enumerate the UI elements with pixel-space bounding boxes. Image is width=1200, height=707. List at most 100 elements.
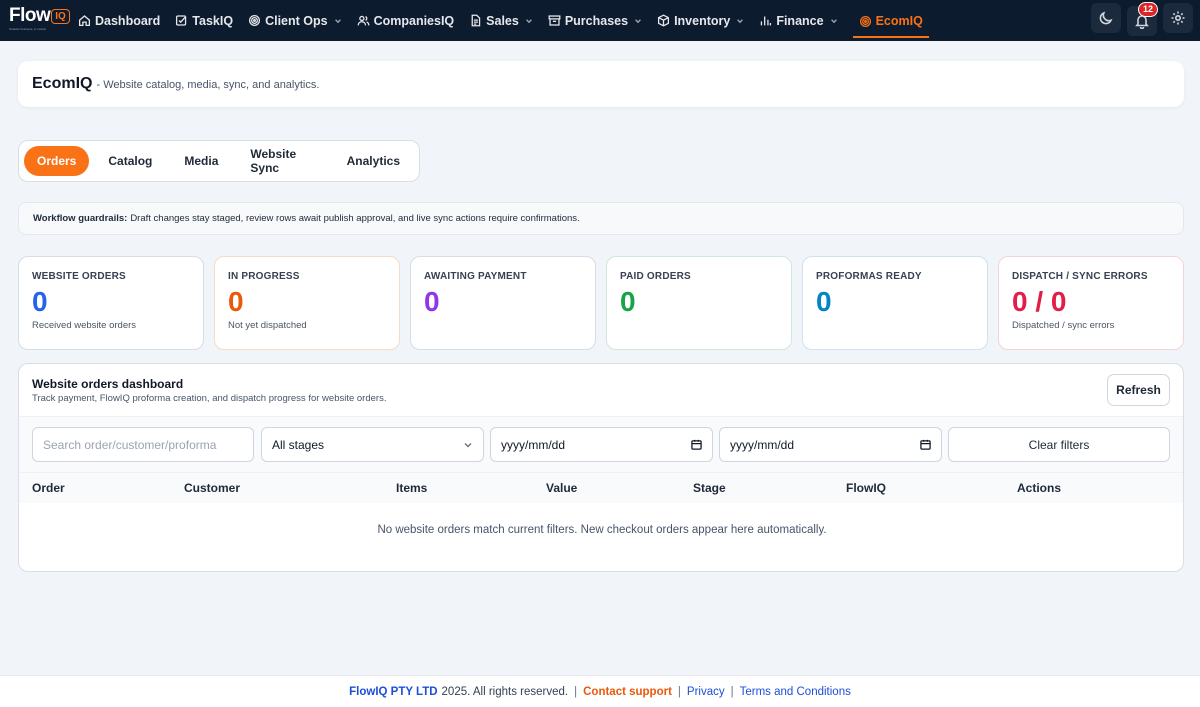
- guardrails-label: Workflow guardrails:: [33, 213, 128, 224]
- tab-media[interactable]: Media: [171, 146, 231, 176]
- stat-value: 0: [620, 286, 636, 317]
- logo-word: Flow: [9, 5, 51, 26]
- moon-icon: [1099, 11, 1113, 25]
- nav-item-ecomiq[interactable]: EcomIQ: [852, 7, 929, 38]
- date-from-input[interactable]: yyyy/mm/dd: [490, 427, 713, 462]
- stat-description: Received website orders: [32, 320, 137, 331]
- nav-item-label: CompaniesIQ: [373, 13, 455, 28]
- checkbox-icon: [176, 15, 187, 26]
- clear-filters-button[interactable]: Clear filters: [948, 427, 1170, 462]
- calendar-icon[interactable]: [691, 439, 702, 450]
- refresh-button[interactable]: Refresh: [1107, 374, 1170, 406]
- search-input[interactable]: Search order/customer/proforma: [32, 427, 254, 462]
- page-title: EcomIQ: [32, 75, 93, 92]
- stat-description: Dispatched / sync errors: [1012, 320, 1115, 331]
- nav-item-sales[interactable]: Sales: [469, 7, 541, 35]
- terms-link[interactable]: Terms and Conditions: [740, 686, 851, 698]
- stat-value: 0: [228, 286, 244, 317]
- footer: FlowIQ PTY LTD 2025. All rights reserved…: [0, 675, 1200, 707]
- stat-card-awaiting-payment: AWAITING PAYMENT 0: [410, 256, 596, 350]
- orders-table-header: Order Customer Items Value Stage FlowIQ …: [19, 473, 1183, 503]
- package-icon: [658, 14, 670, 27]
- tab-analytics[interactable]: Analytics: [334, 146, 413, 176]
- chevron-down-icon: [525, 18, 532, 23]
- stat-value: 0: [816, 286, 832, 317]
- chevron-down-icon: [464, 442, 472, 447]
- stat-card-in-progress: IN PROGRESS 0 Not yet dispatched: [214, 256, 400, 350]
- orders-filters: Search order/customer/proforma All stage…: [19, 416, 1183, 473]
- footer-company[interactable]: FlowIQ PTY LTD: [349, 686, 437, 698]
- nav-item-label: Inventory: [674, 13, 731, 28]
- tab-orders[interactable]: Orders: [24, 146, 90, 176]
- stat-label: WEBSITE ORDERS: [32, 271, 126, 282]
- nav-item-label: Purchases: [564, 13, 629, 28]
- contact-support-link[interactable]: Contact support: [583, 686, 672, 698]
- nav-item-label: EcomIQ: [875, 14, 923, 28]
- stage-select-value: All stages: [272, 437, 325, 452]
- orders-panel-subtitle: Track payment, FlowIQ proforma creation,…: [32, 393, 387, 404]
- gear-icon: [1171, 11, 1185, 25]
- document-icon: [471, 14, 481, 27]
- column-header-flowiq[interactable]: FlowIQ: [846, 481, 886, 495]
- column-header-stage[interactable]: Stage: [693, 481, 726, 495]
- calendar-icon[interactable]: [920, 439, 931, 450]
- tab-website-sync[interactable]: Website Sync: [237, 146, 327, 176]
- column-header-value[interactable]: Value: [546, 481, 577, 495]
- nav-item-label: Client Ops: [265, 13, 328, 28]
- page-header: EcomIQ - Website catalog, media, sync, a…: [18, 61, 1184, 107]
- guardrails-text: Draft changes stay staged, review rows a…: [130, 213, 580, 224]
- stat-label: DISPATCH / SYNC ERRORS: [1012, 271, 1148, 282]
- stat-card-paid-orders: PAID ORDERS 0: [606, 256, 792, 350]
- chevron-down-icon: [830, 18, 837, 23]
- footer-separator: |: [730, 685, 734, 698]
- stat-card-website-orders: WEBSITE ORDERS 0 Received website orders: [18, 256, 204, 350]
- nav-item-finance[interactable]: Finance: [759, 7, 845, 35]
- logo[interactable]: Flow IQ Smarter business, in motion: [9, 5, 70, 31]
- notification-count-badge: 12: [1138, 2, 1158, 17]
- logo-iq: IQ: [51, 9, 70, 24]
- column-header-order[interactable]: Order: [32, 481, 65, 495]
- empty-state-message: No website orders match current filters.…: [377, 524, 827, 536]
- nav-item-taskiq[interactable]: TaskIQ: [175, 7, 241, 35]
- stat-label: IN PROGRESS: [228, 271, 300, 282]
- column-header-items[interactable]: Items: [396, 481, 427, 495]
- nav-item-inventory[interactable]: Inventory: [657, 7, 752, 35]
- footer-rights: 2025. All rights reserved.: [441, 685, 569, 698]
- archive-icon: [548, 15, 561, 26]
- tab-catalog[interactable]: Catalog: [95, 146, 165, 176]
- bar-chart-icon: [761, 16, 772, 26]
- column-header-customer[interactable]: Customer: [184, 481, 240, 495]
- theme-toggle-button[interactable]: [1091, 3, 1121, 33]
- users-icon: [357, 15, 370, 26]
- stat-label: AWAITING PAYMENT: [424, 271, 527, 282]
- chevron-down-icon: [334, 18, 341, 23]
- stat-card-proformas-ready: PROFORMAS READY 0: [802, 256, 988, 350]
- nav-items: Dashboard TaskIQ Client Ops CompaniesIQ …: [78, 0, 936, 41]
- top-nav: Flow IQ Smarter business, in motion Dash…: [0, 0, 1200, 41]
- target-icon: [249, 14, 261, 27]
- nav-item-label: TaskIQ: [192, 13, 234, 28]
- date-from-value: yyyy/mm/dd: [501, 437, 566, 452]
- privacy-link[interactable]: Privacy: [687, 686, 725, 698]
- logo-tagline: Smarter business, in motion: [9, 27, 47, 31]
- orders-dashboard-panel: Website orders dashboard Track payment, …: [18, 363, 1184, 572]
- target-icon: [859, 15, 871, 27]
- home-icon: [78, 15, 91, 27]
- settings-button[interactable]: [1163, 3, 1193, 33]
- ecom-tabs: Orders Catalog Media Website Sync Analyt…: [18, 140, 420, 182]
- nav-item-purchases[interactable]: Purchases: [548, 7, 650, 35]
- stat-value: 0 / 0: [1012, 286, 1067, 317]
- nav-item-companiesiq[interactable]: CompaniesIQ: [357, 7, 463, 35]
- stage-select[interactable]: All stages: [261, 427, 484, 462]
- stat-card-dispatch-sync-errors: DISPATCH / SYNC ERRORS 0 / 0 Dispatched …: [998, 256, 1184, 350]
- stat-value: 0: [32, 286, 48, 317]
- column-header-actions: Actions: [1017, 481, 1062, 495]
- nav-item-dashboard[interactable]: Dashboard: [78, 7, 168, 35]
- nav-item-client-ops[interactable]: Client Ops: [248, 7, 350, 35]
- stat-description: Not yet dispatched: [228, 320, 307, 331]
- stat-label: PROFORMAS READY: [816, 271, 922, 282]
- date-to-input[interactable]: yyyy/mm/dd: [719, 427, 942, 462]
- stat-value: 0: [424, 286, 440, 317]
- footer-separator: |: [677, 685, 681, 698]
- page-subtitle: - Website catalog, media, sync, and anal…: [96, 79, 320, 91]
